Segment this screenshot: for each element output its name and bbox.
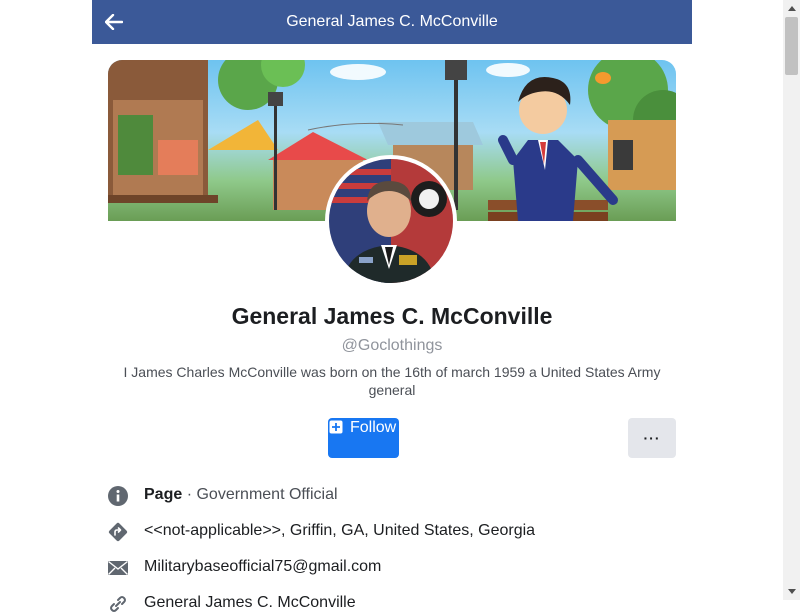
profile-bio: I James Charles McConville was born on t… <box>123 364 661 398</box>
directions-icon <box>108 522 128 542</box>
plus-icon <box>329 420 343 434</box>
info-row-address[interactable]: <<not-applicable>>, Griffin, GA, United … <box>108 520 668 544</box>
profile-page: General James C. McConville General Jame… <box>92 0 692 612</box>
category-type: Page <box>144 486 183 503</box>
info-icon <box>108 486 128 506</box>
envelope-icon <box>108 560 128 575</box>
follow-button[interactable]: Follow <box>328 418 399 458</box>
profile-avatar[interactable] <box>325 155 457 287</box>
email-text: Militarybaseofficial75@gmail.com <box>144 558 382 575</box>
top-app-bar: General James C. McConville <box>92 0 692 44</box>
profile-handle: @Goclothings <box>341 337 443 354</box>
scroll-down-button[interactable] <box>783 583 800 600</box>
more-options-button[interactable]: ··· <box>628 418 676 458</box>
follow-label: Follow <box>350 419 397 436</box>
address-text: <<not-applicable>>, Griffin, GA, United … <box>144 522 536 539</box>
profile-name: General James C. McConville <box>231 303 553 329</box>
avatar-photo <box>329 159 453 283</box>
scroll-up-arrow-icon <box>787 6 796 11</box>
category-value: Government Official <box>196 486 338 503</box>
vertical-scrollbar[interactable] <box>783 0 800 600</box>
scrollbar-thumb[interactable] <box>785 17 798 75</box>
link-icon <box>110 596 126 612</box>
info-row-category: Page · Government Official <box>108 484 668 508</box>
info-row-partial[interactable]: General James C. McConville <box>108 592 668 616</box>
page-title: General James C. McConville <box>286 13 498 30</box>
info-row-email[interactable]: Militarybaseofficial75@gmail.com <box>108 556 668 580</box>
category-separator: · <box>182 486 197 503</box>
partial-row-text: General James C. McConville <box>144 594 356 611</box>
scroll-down-arrow-icon <box>787 589 796 594</box>
scroll-up-button[interactable] <box>783 0 800 17</box>
avatar-illustration <box>329 159 453 283</box>
